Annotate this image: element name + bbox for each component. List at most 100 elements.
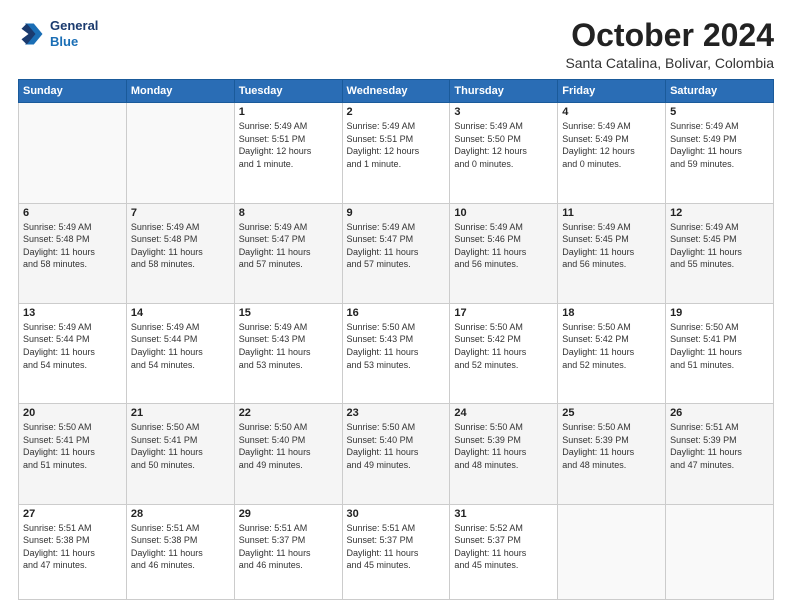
header: General Blue October 2024 Santa Catalina… [18,18,774,71]
calendar-week-row: 1 Sunrise: 5:49 AM Sunset: 5:51 PM Daylig… [19,103,774,203]
table-row [19,103,127,203]
day-info: Sunrise: 5:49 AM Sunset: 5:43 PM Dayligh… [239,321,338,371]
day-info: Sunrise: 5:51 AM Sunset: 5:39 PM Dayligh… [670,421,769,471]
table-row: 30Sunrise: 5:51 AM Sunset: 5:37 PM Dayli… [342,504,450,600]
day-number: 13 [23,307,122,319]
day-info: Sunrise: 5:52 AM Sunset: 5:37 PM Dayligh… [454,522,553,572]
day-number: 26 [670,407,769,419]
day-info: Sunrise: 5:50 AM Sunset: 5:39 PM Dayligh… [562,421,661,471]
day-info: Sunrise: 5:49 AM Sunset: 5:45 PM Dayligh… [562,221,661,271]
day-number: 11 [562,207,661,219]
day-number: 30 [347,508,446,520]
table-row: 27 Sunrise: 5:51 AM Sunset: 5:38 PM Dayli… [19,504,127,600]
day-info: Sunrise: 5:49 AM Sunset: 5:49 PM Dayligh… [670,120,769,170]
table-row: 20 Sunrise: 5:50 AM Sunset: 5:41 PM Dayli… [19,404,127,504]
table-row: 14Sunrise: 5:49 AM Sunset: 5:44 PM Dayli… [126,303,234,403]
table-row: 9Sunrise: 5:49 AM Sunset: 5:47 PM Daylig… [342,203,450,303]
day-info: Sunrise: 5:49 AM Sunset: 5:48 PM Dayligh… [23,221,122,271]
day-info: Sunrise: 5:50 AM Sunset: 5:42 PM Dayligh… [454,321,553,371]
table-row: 4 Sunrise: 5:49 AM Sunset: 5:49 PM Daylig… [558,103,666,203]
calendar-week-row: 27 Sunrise: 5:51 AM Sunset: 5:38 PM Dayli… [19,504,774,600]
calendar-week-row: 13 Sunrise: 5:49 AM Sunset: 5:44 PM Dayli… [19,303,774,403]
table-row: 12 Sunrise: 5:49 AM Sunset: 5:45 PM Dayli… [666,203,774,303]
day-info: Sunrise: 5:50 AM Sunset: 5:39 PM Dayligh… [454,421,553,471]
day-number: 12 [670,207,769,219]
month-title: October 2024 [565,18,774,53]
table-row: 26 Sunrise: 5:51 AM Sunset: 5:39 PM Dayli… [666,404,774,504]
location-title: Santa Catalina, Bolivar, Colombia [565,55,774,71]
table-row: 25 Sunrise: 5:50 AM Sunset: 5:39 PM Dayli… [558,404,666,504]
day-info: Sunrise: 5:49 AM Sunset: 5:44 PM Dayligh… [23,321,122,371]
table-row: 23Sunrise: 5:50 AM Sunset: 5:40 PM Dayli… [342,404,450,504]
table-row: 3 Sunrise: 5:49 AM Sunset: 5:50 PM Daylig… [450,103,558,203]
day-info: Sunrise: 5:49 AM Sunset: 5:47 PM Dayligh… [347,221,446,271]
day-number: 24 [454,407,553,419]
table-row: 5 Sunrise: 5:49 AM Sunset: 5:49 PM Daylig… [666,103,774,203]
table-row: 13 Sunrise: 5:49 AM Sunset: 5:44 PM Dayli… [19,303,127,403]
title-block: October 2024 Santa Catalina, Bolivar, Co… [565,18,774,71]
day-info: Sunrise: 5:51 AM Sunset: 5:37 PM Dayligh… [239,522,338,572]
day-number: 10 [454,207,553,219]
table-row: 11 Sunrise: 5:49 AM Sunset: 5:45 PM Dayli… [558,203,666,303]
day-info: Sunrise: 5:51 AM Sunset: 5:38 PM Dayligh… [23,522,122,572]
table-row: 17Sunrise: 5:50 AM Sunset: 5:42 PM Dayli… [450,303,558,403]
table-row: 28 Sunrise: 5:51 AM Sunset: 5:38 PM Dayli… [126,504,234,600]
day-number: 25 [562,407,661,419]
day-number: 27 [23,508,122,520]
table-row: 19Sunrise: 5:50 AM Sunset: 5:41 PM Dayli… [666,303,774,403]
calendar-week-row: 6 Sunrise: 5:49 AM Sunset: 5:48 PM Daylig… [19,203,774,303]
logo-icon [18,20,46,48]
day-info: Sunrise: 5:49 AM Sunset: 5:50 PM Dayligh… [454,120,553,170]
day-info: Sunrise: 5:50 AM Sunset: 5:40 PM Dayligh… [239,421,338,471]
table-row: 10 Sunrise: 5:49 AM Sunset: 5:46 PM Dayli… [450,203,558,303]
logo-text: General Blue [50,18,98,49]
col-saturday: Saturday [666,80,774,103]
day-number: 22 [239,407,338,419]
day-number: 5 [670,106,769,118]
day-number: 8 [239,207,338,219]
logo: General Blue [18,18,98,49]
day-number: 18 [562,307,661,319]
day-number: 1 [239,106,338,118]
day-info: Sunrise: 5:50 AM Sunset: 5:40 PM Dayligh… [347,421,446,471]
col-thursday: Thursday [450,80,558,103]
table-row: 21 Sunrise: 5:50 AM Sunset: 5:41 PM Dayli… [126,404,234,504]
day-number: 6 [23,207,122,219]
calendar-table: Sunday Monday Tuesday Wednesday Thursday… [18,79,774,600]
page: General Blue October 2024 Santa Catalina… [0,0,792,612]
day-info: Sunrise: 5:49 AM Sunset: 5:46 PM Dayligh… [454,221,553,271]
day-number: 28 [131,508,230,520]
day-number: 2 [347,106,446,118]
table-row: 22 Sunrise: 5:50 AM Sunset: 5:40 PM Dayli… [234,404,342,504]
table-row: 7Sunrise: 5:49 AM Sunset: 5:48 PM Daylig… [126,203,234,303]
day-info: Sunrise: 5:49 AM Sunset: 5:45 PM Dayligh… [670,221,769,271]
day-info: Sunrise: 5:49 AM Sunset: 5:51 PM Dayligh… [347,120,446,170]
day-info: Sunrise: 5:50 AM Sunset: 5:41 PM Dayligh… [670,321,769,371]
table-row: 29 Sunrise: 5:51 AM Sunset: 5:37 PM Dayli… [234,504,342,600]
calendar-header-row: Sunday Monday Tuesday Wednesday Thursday… [19,80,774,103]
day-info: Sunrise: 5:50 AM Sunset: 5:41 PM Dayligh… [23,421,122,471]
day-number: 3 [454,106,553,118]
col-sunday: Sunday [19,80,127,103]
table-row [558,504,666,600]
table-row: 16Sunrise: 5:50 AM Sunset: 5:43 PM Dayli… [342,303,450,403]
col-tuesday: Tuesday [234,80,342,103]
table-row [666,504,774,600]
day-info: Sunrise: 5:51 AM Sunset: 5:38 PM Dayligh… [131,522,230,572]
table-row: 2 Sunrise: 5:49 AM Sunset: 5:51 PM Daylig… [342,103,450,203]
day-number: 16 [347,307,446,319]
table-row: 15Sunrise: 5:49 AM Sunset: 5:43 PM Dayli… [234,303,342,403]
day-info: Sunrise: 5:49 AM Sunset: 5:51 PM Dayligh… [239,120,338,170]
col-friday: Friday [558,80,666,103]
day-number: 4 [562,106,661,118]
day-number: 21 [131,407,230,419]
table-row: 31 Sunrise: 5:52 AM Sunset: 5:37 PM Dayli… [450,504,558,600]
day-number: 20 [23,407,122,419]
day-number: 31 [454,508,553,520]
table-row [126,103,234,203]
day-info: Sunrise: 5:50 AM Sunset: 5:41 PM Dayligh… [131,421,230,471]
table-row: 1 Sunrise: 5:49 AM Sunset: 5:51 PM Daylig… [234,103,342,203]
day-number: 29 [239,508,338,520]
day-info: Sunrise: 5:49 AM Sunset: 5:49 PM Dayligh… [562,120,661,170]
table-row: 6 Sunrise: 5:49 AM Sunset: 5:48 PM Daylig… [19,203,127,303]
